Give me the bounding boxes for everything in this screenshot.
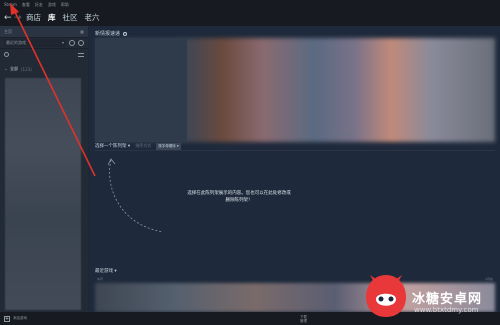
empty-shelf-message: 选择在此陈列架展示的内容。您也可以在此处修改或 删除陈列架！: [159, 190, 319, 204]
nav-library[interactable]: 库: [48, 9, 56, 26]
empty-shelf-message-line2: 删除陈列架！: [225, 198, 253, 203]
nav-community[interactable]: 社区: [63, 9, 78, 26]
recent-left-label: 本周: [97, 277, 104, 281]
nav-store[interactable]: 商店: [26, 9, 41, 26]
sidebar-filter-row: 最近的游戏 ▾: [0, 37, 88, 49]
dashed-curve: [107, 158, 164, 233]
hidden-shelf-note: 已隐藏收藏列表: [329, 132, 354, 136]
collapse-icon: –: [5, 66, 7, 72]
back-arrow-icon[interactable]: ←: [4, 12, 14, 24]
sidebar-group-all[interactable]: – 全部 (123): [0, 64, 88, 74]
sidebar-group-label: 全部: [10, 66, 18, 71]
clock-icon[interactable]: [69, 40, 75, 46]
downloads-status: 管理: [300, 319, 307, 323]
watermark: 冰糖安卓网 www.btxtdmy.com: [358, 270, 500, 325]
menu-view[interactable]: 查看: [22, 0, 30, 9]
whats-new-title: 新情报速递: [95, 31, 121, 37]
whats-new-shelf-left: [95, 38, 187, 142]
filter-icon[interactable]: [78, 52, 84, 57]
recent-games-select-label: 最近的游戏: [6, 40, 26, 45]
grid-icon[interactable]: ▦: [80, 29, 84, 34]
sidebar-home-label: 主页: [4, 28, 12, 34]
gear-icon[interactable]: [123, 31, 128, 36]
watermark-logo-icon: [366, 275, 406, 317]
add-game-button[interactable]: 添加游戏: [13, 316, 27, 321]
plus-icon[interactable]: +: [4, 315, 10, 322]
sort-label: 排序方式: [135, 143, 152, 148]
whats-new-header: 新情报速递: [95, 30, 128, 37]
menu-bar: Steam 查看 好友 游戏 帮助: [0, 0, 500, 9]
sidebar-home[interactable]: 主页 ▦: [0, 26, 88, 37]
library-sidebar: 主页 ▦ 最近的游戏 ▾ – 全部 (123): [0, 26, 88, 312]
menu-help[interactable]: 帮助: [61, 0, 69, 9]
empty-shelf-message-line1: 选择在此陈列架展示的内容。您也可以在此处修改或: [187, 191, 291, 196]
collection-row: 选择一个陈列架 ▾ 排序方式 按字母顺序 ▾: [95, 142, 495, 151]
sort-select-label: 按字母顺序: [158, 143, 176, 148]
menu-steam[interactable]: Steam: [4, 0, 17, 9]
sidebar-search[interactable]: [0, 49, 88, 60]
menu-friends[interactable]: 好友: [35, 0, 43, 9]
sort-select[interactable]: 按字母顺序 ▾: [156, 142, 181, 150]
collection-select-label: 选择一个陈列架: [95, 144, 127, 149]
recent-games-header[interactable]: 最近游戏 ▾: [95, 268, 117, 274]
watermark-url: www.btxtdmy.com: [414, 306, 479, 314]
chevron-down-icon: ▾: [61, 40, 64, 45]
search-icon[interactable]: [4, 52, 9, 57]
recent-games-select[interactable]: 最近的游戏 ▾: [4, 39, 66, 47]
downloads-button[interactable]: 下载 管理: [300, 315, 307, 323]
sidebar-group-count: (123): [21, 66, 32, 72]
download-icon[interactable]: [78, 40, 84, 46]
recent-games-title: 最近游戏: [95, 269, 113, 274]
nav-profile[interactable]: 老六: [85, 9, 100, 26]
game-list[interactable]: [5, 78, 81, 310]
forward-arrow-icon[interactable]: →: [14, 12, 24, 24]
menu-games[interactable]: 游戏: [48, 0, 56, 9]
collection-select[interactable]: 选择一个陈列架 ▾: [95, 143, 130, 149]
watermark-title: 冰糖安卓网: [412, 292, 483, 307]
nav-bar: ← → 商店 库 社区 老六: [0, 9, 500, 26]
